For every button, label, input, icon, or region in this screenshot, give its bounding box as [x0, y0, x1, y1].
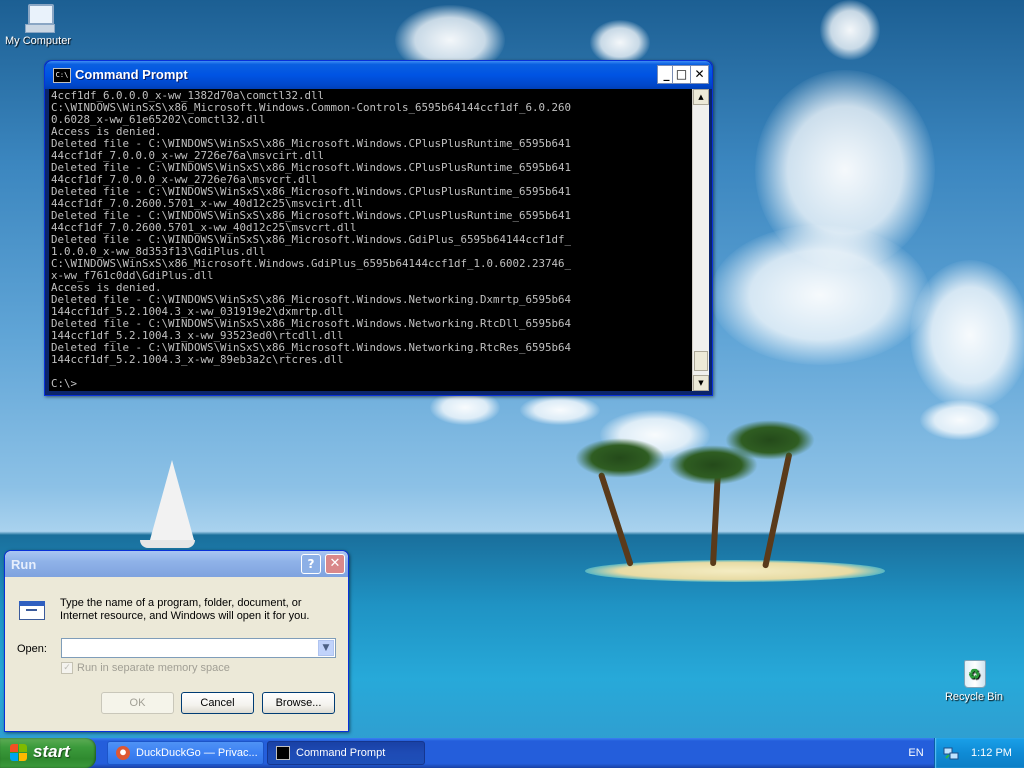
duckduckgo-icon [116, 746, 130, 760]
console-area[interactable]: 4ccf1df_6.0.0.0_x-ww_1382d70a\comctl32.d… [49, 89, 692, 391]
windows-logo-icon [10, 744, 28, 762]
command-prompt-window[interactable]: C:\ Command Prompt _ □ ✕ 4ccf1df_6.0.0.0… [44, 60, 713, 396]
close-button[interactable]: ✕ [690, 65, 709, 84]
computer-icon [22, 4, 55, 33]
system-tray: 1:12 PM [934, 738, 1024, 768]
dialog-titlebar[interactable]: Run ? ✕ [5, 551, 348, 577]
cloud [820, 0, 880, 60]
maximize-button[interactable]: □ [672, 65, 691, 84]
open-label: Open: [17, 643, 47, 655]
palm-trunk [762, 451, 793, 569]
help-button[interactable]: ? [301, 554, 321, 574]
command-prompt-icon: C:\ [53, 68, 71, 83]
separate-memory-checkbox: ✓ [61, 662, 73, 674]
cloud [910, 260, 1024, 410]
chevron-down-icon[interactable]: ▼ [318, 640, 334, 656]
palm-leaves [575, 438, 665, 478]
dialog-description: Type the name of a program, folder, docu… [60, 597, 310, 622]
clock[interactable]: 1:12 PM [971, 738, 1012, 768]
desktop-icon-my-computer[interactable]: My Computer [0, 4, 78, 47]
ok-button: OK [101, 692, 174, 714]
cloud [920, 400, 1000, 440]
desktop-icon-label: Recycle Bin [944, 691, 1004, 703]
cancel-button[interactable]: Cancel [181, 692, 254, 714]
run-dialog[interactable]: Run ? ✕ Type the name of a program, fold… [4, 550, 349, 732]
taskbar-item-label: DuckDuckGo — Privac... [136, 747, 258, 759]
checkbox-label: Run in separate memory space [77, 662, 230, 674]
scroll-up-icon[interactable]: ▲ [693, 89, 709, 105]
dialog-title: Run [11, 557, 37, 572]
window-titlebar[interactable]: C:\ Command Prompt _ □ ✕ [45, 61, 712, 89]
vertical-scrollbar[interactable]: ▲ ▼ [692, 89, 709, 391]
start-button[interactable]: start [0, 738, 96, 768]
open-input[interactable] [64, 640, 316, 656]
desktop-icon-recycle-bin[interactable]: ♻ Recycle Bin [934, 656, 1014, 703]
cloud [520, 395, 600, 425]
open-combobox[interactable]: ▼ [61, 638, 336, 658]
run-icon [19, 599, 49, 623]
palm-trunk [597, 471, 634, 567]
sailboat-hull [140, 540, 195, 548]
taskbar-item-duckduckgo[interactable]: DuckDuckGo — Privac... [107, 741, 264, 765]
desktop-icon-label: My Computer [4, 35, 72, 47]
network-icon[interactable] [943, 745, 959, 761]
browse-button[interactable]: Browse... [262, 692, 335, 714]
taskbar-item-label: Command Prompt [296, 747, 386, 759]
scroll-thumb[interactable] [694, 351, 708, 371]
palm-leaves [725, 420, 815, 460]
command-prompt-icon [276, 746, 290, 760]
cloud [590, 20, 650, 65]
close-button[interactable]: ✕ [325, 554, 345, 574]
recycle-bin-icon: ♻ [961, 656, 987, 688]
taskbar: start DuckDuckGo — Privac... Command Pro… [0, 738, 1024, 768]
taskbar-item-command-prompt[interactable]: Command Prompt [267, 741, 425, 765]
window-title: Command Prompt [75, 67, 188, 82]
sailboat-sail [150, 460, 194, 540]
start-label: start [33, 742, 70, 761]
cloud [710, 225, 930, 365]
language-indicator[interactable]: EN [896, 738, 936, 768]
console-output: 4ccf1df_6.0.0.0_x-ww_1382d70a\comctl32.d… [51, 89, 572, 390]
scroll-down-icon[interactable]: ▼ [693, 375, 709, 391]
